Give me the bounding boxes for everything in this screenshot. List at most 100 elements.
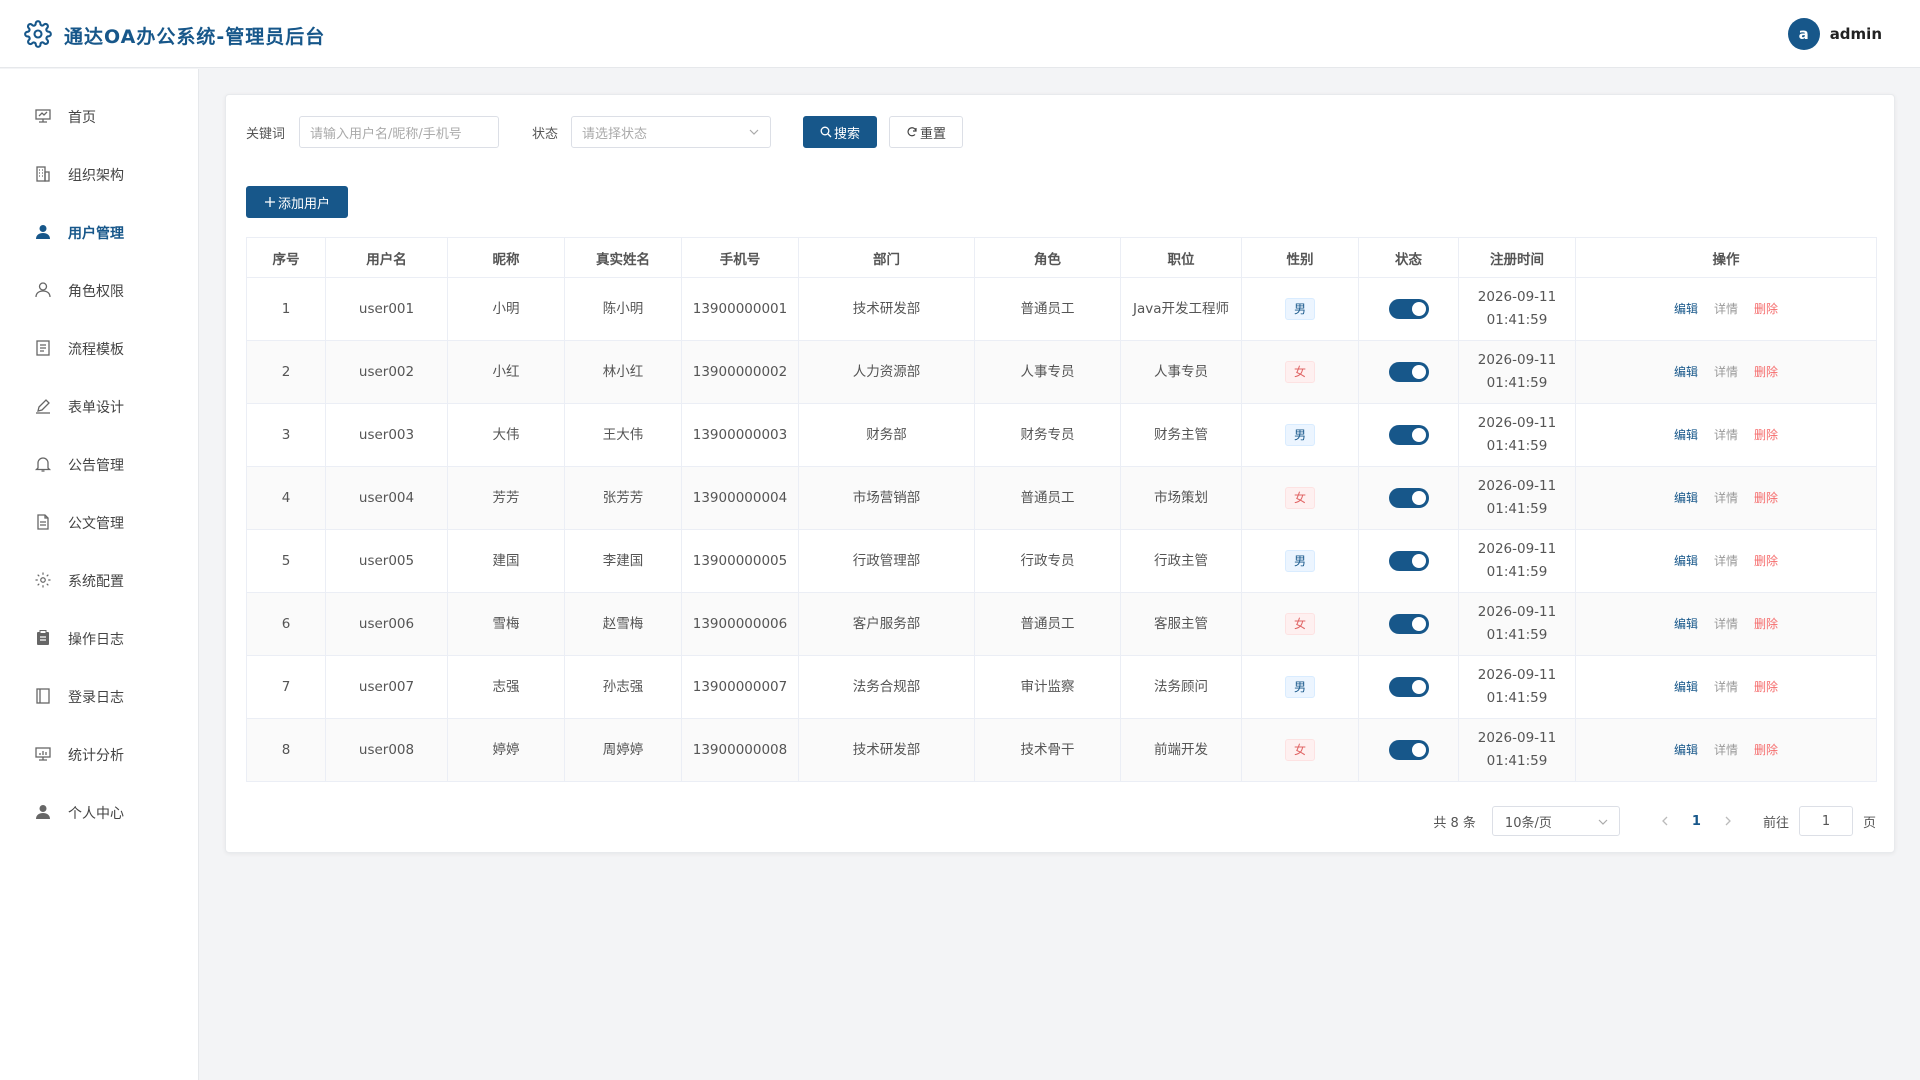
status-toggle[interactable] — [1388, 361, 1429, 382]
delete-button[interactable]: 删除 — [1754, 554, 1778, 568]
cell-actions: 编辑 详情 删除 — [1575, 592, 1877, 656]
delete-button[interactable]: 删除 — [1754, 302, 1778, 316]
reg-clock: 01:41:59 — [1486, 690, 1548, 706]
column-header: 用户名 — [325, 237, 448, 278]
status-toggle[interactable] — [1388, 424, 1429, 445]
cell-username: user007 — [325, 655, 448, 719]
toggle-knob — [1411, 490, 1426, 505]
cell-realname: 王大伟 — [564, 403, 682, 467]
column-header: 职位 — [1120, 237, 1242, 278]
cell-nickname: 芳芳 — [447, 466, 565, 530]
toggle-knob — [1411, 553, 1426, 568]
delete-button[interactable]: 删除 — [1754, 428, 1778, 442]
sidebar-item-home[interactable]: 首页 — [0, 96, 199, 136]
cell-realname: 周婷婷 — [564, 718, 682, 782]
user-menu[interactable]: a admin — [1787, 18, 1882, 50]
reg-clock: 01:41:59 — [1486, 312, 1548, 328]
detail-button[interactable]: 详情 — [1714, 302, 1738, 316]
detail-button[interactable]: 详情 — [1714, 617, 1738, 631]
edit-button[interactable]: 编辑 — [1674, 617, 1698, 631]
detail-button[interactable]: 详情 — [1714, 428, 1738, 442]
delete-button[interactable]: 删除 — [1754, 365, 1778, 379]
building-icon — [36, 166, 50, 182]
reg-date: 2026-09-11 — [1477, 667, 1557, 683]
sidebar-item-roles[interactable]: 角色权限 — [0, 270, 199, 310]
sidebar-item-documents[interactable]: 公文管理 — [0, 502, 199, 542]
cell-no: 6 — [246, 592, 326, 656]
edit-button[interactable]: 编辑 — [1674, 428, 1698, 442]
cell-nickname: 大伟 — [447, 403, 565, 467]
current-page-number[interactable]: 1 — [1692, 814, 1701, 829]
sidebar-item-statistics[interactable]: 统计分析 — [0, 734, 199, 774]
user-name[interactable]: admin — [1830, 25, 1882, 43]
next-page-icon[interactable] — [1721, 814, 1735, 828]
edit-button[interactable]: 编辑 — [1674, 365, 1698, 379]
sidebar-item-profile[interactable]: 个人中心 — [0, 792, 199, 832]
sidebar-item-label: 操作日志 — [68, 632, 124, 648]
cell-no: 5 — [246, 529, 326, 593]
sidebar-item-announcements[interactable]: 公告管理 — [0, 444, 199, 484]
cell-position: 市场策划 — [1120, 466, 1242, 530]
sidebar-item-flow-templates[interactable]: 流程模板 — [0, 328, 199, 368]
search-button[interactable]: 搜索 — [803, 116, 877, 148]
cell-role: 财务专员 — [974, 403, 1121, 467]
cell-gender: 男 — [1241, 529, 1359, 593]
reset-button[interactable]: 重置 — [889, 116, 963, 148]
sidebar-item-form-design[interactable]: 表单设计 — [0, 386, 199, 426]
pagination: 共 8 条 10条/页 1 前往 1 页 — [1433, 805, 1876, 837]
reg-date: 2026-09-11 — [1477, 541, 1557, 557]
sidebar-item-operation-log[interactable]: 操作日志 — [0, 618, 199, 658]
sidebar: 首页 组织架构 用户管理 角色权限 流程模板 表单设计 公告管理 公文管理 系统… — [0, 69, 199, 1080]
gender-tag: 女 — [1285, 612, 1315, 635]
status-select[interactable]: 请选择状态 — [571, 116, 771, 148]
cell-status — [1358, 529, 1459, 593]
cell-gender: 男 — [1241, 403, 1359, 467]
edit-button[interactable]: 编辑 — [1674, 491, 1698, 505]
column-header: 真实姓名 — [564, 237, 682, 278]
status-toggle[interactable] — [1388, 676, 1429, 697]
add-user-button[interactable]: 添加用户 — [246, 186, 348, 218]
add-user-button-label: 添加用户 — [277, 196, 330, 212]
sidebar-item-label: 公告管理 — [68, 458, 124, 474]
detail-button[interactable]: 详情 — [1714, 554, 1738, 568]
prev-page-icon[interactable] — [1658, 814, 1672, 828]
gender-tag: 男 — [1285, 549, 1315, 572]
detail-button[interactable]: 详情 — [1714, 680, 1738, 694]
avatar[interactable]: a — [1787, 18, 1820, 50]
cell-realname: 孙志强 — [564, 655, 682, 719]
sidebar-item-system-config[interactable]: 系统配置 — [0, 560, 199, 600]
cell-username: user002 — [325, 340, 448, 404]
delete-button[interactable]: 删除 — [1754, 491, 1778, 505]
goto-label: 前往 — [1762, 815, 1789, 831]
edit-button[interactable]: 编辑 — [1674, 302, 1698, 316]
page-size-select[interactable]: 10条/页 — [1491, 806, 1620, 836]
status-toggle[interactable] — [1388, 550, 1429, 571]
sidebar-item-label: 首页 — [68, 110, 96, 126]
gear-icon — [35, 572, 51, 588]
reg-date: 2026-09-11 — [1477, 604, 1557, 620]
column-header: 操作 — [1575, 237, 1877, 278]
detail-button[interactable]: 详情 — [1714, 491, 1738, 505]
column-header: 手机号 — [681, 237, 799, 278]
status-toggle[interactable] — [1388, 613, 1429, 634]
sidebar-item-users[interactable]: 用户管理 — [0, 212, 199, 252]
sidebar-item-login-log[interactable]: 登录日志 — [0, 676, 199, 716]
status-toggle[interactable] — [1388, 298, 1429, 319]
detail-button[interactable]: 详情 — [1714, 365, 1738, 379]
goto-page-input[interactable]: 1 — [1798, 806, 1853, 836]
cell-username: user001 — [325, 277, 448, 341]
status-toggle[interactable] — [1388, 739, 1429, 760]
edit-button[interactable]: 编辑 — [1674, 554, 1698, 568]
delete-button[interactable]: 删除 — [1754, 680, 1778, 694]
reg-clock: 01:41:59 — [1486, 375, 1548, 391]
edit-button[interactable]: 编辑 — [1674, 743, 1698, 757]
detail-button[interactable]: 详情 — [1714, 743, 1738, 757]
cell-nickname: 建国 — [447, 529, 565, 593]
delete-button[interactable]: 删除 — [1754, 617, 1778, 631]
sidebar-item-org[interactable]: 组织架构 — [0, 154, 199, 194]
edit-button[interactable]: 编辑 — [1674, 680, 1698, 694]
status-toggle[interactable] — [1388, 487, 1429, 508]
keyword-input[interactable]: 请输入用户名/昵称/手机号 — [299, 116, 499, 148]
delete-button[interactable]: 删除 — [1754, 743, 1778, 757]
cell-actions: 编辑 详情 删除 — [1575, 403, 1877, 467]
